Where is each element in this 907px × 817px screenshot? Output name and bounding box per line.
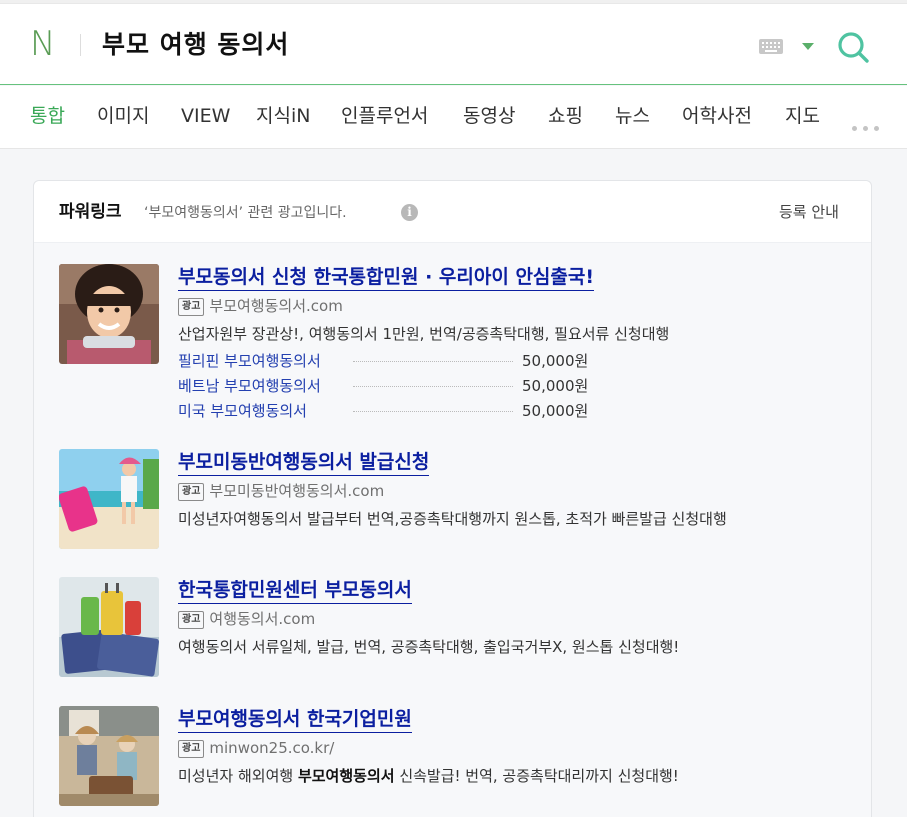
ad-description-text: 미성년자 해외여행 (178, 767, 298, 785)
ad-item: 부모여행동의서 한국기업민원 광고 minwon25.co.kr/ 미성년자 해외… (59, 706, 819, 806)
powerlink-title: 파워링크 (59, 202, 122, 222)
dotted-leader (353, 411, 513, 412)
ad-item: 한국통합민원센터 부모동의서 광고 여행동의서.com 여행동의서 서류일체, 발… (59, 577, 819, 677)
ad-thumbnail-suitcases-passport[interactable] (59, 577, 159, 677)
autocomplete-toggle-icon[interactable] (802, 43, 814, 50)
dotted-leader (353, 386, 513, 387)
ad-url[interactable]: 광고 여행동의서.com (178, 610, 315, 629)
search-tabs: 통합 이미지 VIEW 지식iN 인플루언서 동영상 쇼핑 뉴스 어학사전 지도 (0, 86, 907, 149)
ad-url[interactable]: 광고 부모여행동의서.com (178, 297, 343, 316)
info-icon[interactable]: i (401, 204, 418, 221)
powerlink-section: 파워링크 ‘부모여행동의서’ 관련 광고입니다. i 등록 안내 부모동의서 신… (33, 180, 872, 817)
dotted-leader (353, 361, 513, 362)
ad-url-text[interactable]: minwon25.co.kr/ (209, 739, 334, 757)
sub-link[interactable]: 베트남 부모여행동의서 (178, 376, 321, 396)
sub-link-row: 미국 부모여행동의서 50,000원 (178, 401, 588, 421)
sub-link-row: 베트남 부모여행동의서 50,000원 (178, 376, 588, 396)
ad-thumbnail-family-travel[interactable] (59, 706, 159, 806)
tab-all[interactable]: 통합 (30, 104, 65, 128)
sub-link[interactable]: 필리핀 부모여행동의서 (178, 351, 321, 371)
sub-link-price: 50,000원 (522, 352, 589, 370)
tab-images[interactable]: 이미지 (97, 104, 149, 128)
sub-link-price: 50,000원 (522, 402, 589, 420)
powerlink-header: 파워링크 ‘부모여행동의서’ 관련 광고입니다. i 등록 안내 (34, 181, 871, 243)
divider (80, 34, 81, 56)
ad-description-keyword: 부모여행동의서 (297, 767, 395, 785)
search-input[interactable]: 부모 여행 동의서 (102, 29, 289, 61)
ad-badge: 광고 (178, 611, 205, 629)
ad-title-link[interactable]: 부모동의서 신청 한국통합민원 · 우리아이 안심출국! (178, 264, 595, 291)
ad-badge: 광고 (178, 298, 205, 316)
ad-title-link[interactable]: 한국통합민원센터 부모동의서 (178, 577, 412, 604)
search-icon[interactable] (836, 30, 870, 64)
tab-map[interactable]: 지도 (785, 104, 820, 128)
search-header: N 부모 여행 동의서 (0, 4, 907, 85)
tab-video[interactable]: 동영상 (463, 104, 515, 128)
ad-url-text[interactable]: 부모미동반여행동의서.com (209, 482, 384, 500)
ad-url-text[interactable]: 여행동의서.com (209, 610, 315, 628)
register-info-link[interactable]: 등록 안내 (779, 203, 839, 221)
tab-influencer[interactable]: 인플루언서 (341, 104, 428, 128)
ad-title-link[interactable]: 부모미동반여행동의서 발급신청 (178, 449, 430, 476)
tab-shopping[interactable]: 쇼핑 (548, 104, 583, 128)
ad-item: 부모미동반여행동의서 발급신청 광고 부모미동반여행동의서.com 미성년자여행동… (59, 449, 819, 559)
naver-logo[interactable]: N (30, 24, 55, 64)
ad-url[interactable]: 광고 부모미동반여행동의서.com (178, 482, 384, 501)
tab-kin[interactable]: 지식iN (256, 104, 310, 128)
ad-url-text[interactable]: 부모여행동의서.com (209, 297, 342, 315)
tab-news[interactable]: 뉴스 (615, 104, 650, 128)
ad-description: 미성년자 해외여행 부모여행동의서 신속발급! 번역, 공증촉탁대리까지 신청대… (178, 765, 798, 787)
sub-link[interactable]: 미국 부모여행동의서 (178, 401, 307, 421)
ad-title-link[interactable]: 부모여행동의서 한국기업민원 (178, 706, 412, 733)
ad-description-text: 신속발급! 번역, 공증촉탁대리까지 신청대행! (394, 767, 679, 785)
ad-list: 부모동의서 신청 한국통합민원 · 우리아이 안심출국! 광고 부모여행동의서.c… (34, 243, 871, 817)
ad-thumbnail-girl-with-passport[interactable] (59, 264, 159, 364)
ad-description: 미성년자여행동의서 발급부터 번역,공증촉탁대행까지 원스톱, 초적가 빠른발급… (178, 510, 727, 528)
ad-description: 산업자원부 장관상!, 여행동의서 1만원, 번역/공증촉탁대행, 필요서류 신… (178, 325, 670, 343)
ad-item: 부모동의서 신청 한국통합민원 · 우리아이 안심출국! 광고 부모여행동의서.c… (59, 264, 819, 424)
sub-link-row: 필리핀 부모여행동의서 50,000원 (178, 351, 588, 371)
more-tabs-icon[interactable] (852, 116, 885, 135)
powerlink-description: ‘부모여행동의서’ 관련 광고입니다. (144, 205, 347, 221)
sub-link-price: 50,000원 (522, 377, 589, 395)
ad-description: 여행동의서 서류일체, 발급, 번역, 공증촉탁대행, 출입국거부X, 원스톱 … (178, 638, 680, 656)
keyboard-icon[interactable] (759, 39, 783, 54)
ad-badge: 광고 (178, 483, 205, 501)
tab-dictionary[interactable]: 어학사전 (682, 104, 752, 128)
tab-view[interactable]: VIEW (181, 104, 230, 128)
ad-url[interactable]: 광고 minwon25.co.kr/ (178, 739, 334, 758)
ad-badge: 광고 (178, 740, 205, 758)
ad-thumbnail-girl-with-suitcase[interactable] (59, 449, 159, 549)
